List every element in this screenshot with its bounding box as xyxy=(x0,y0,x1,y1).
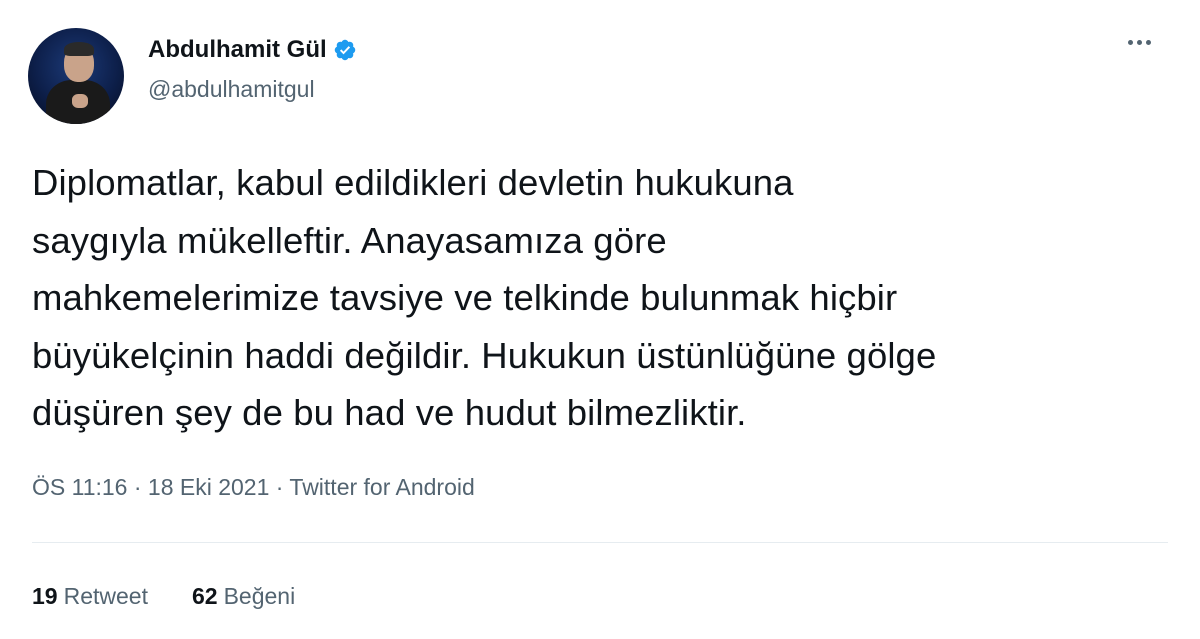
author-handle[interactable]: @abdulhamitgul xyxy=(148,76,315,103)
tweet-stats: 19 Retweet 62 Beğeni xyxy=(32,583,295,610)
like-number: 62 xyxy=(191,583,218,609)
author-name-row: Abdulhamit Gül xyxy=(148,36,357,64)
more-options-icon[interactable] xyxy=(1128,40,1151,45)
avatar-figure-hand xyxy=(72,94,88,108)
retweet-count[interactable]: 19 Retweet xyxy=(32,583,148,610)
retweet-label: Retweet xyxy=(63,583,148,609)
more-dot xyxy=(1128,40,1133,45)
more-dot xyxy=(1146,40,1151,45)
avatar[interactable] xyxy=(28,28,124,124)
more-dot xyxy=(1137,40,1142,45)
avatar-figure-hair xyxy=(64,42,94,56)
divider xyxy=(32,542,1168,543)
like-label: Beğeni xyxy=(223,583,296,609)
tweet-timestamp-source[interactable]: ÖS 11:16 · 18 Eki 2021 · Twitter for And… xyxy=(32,474,475,501)
display-name[interactable]: Abdulhamit Gül xyxy=(148,36,327,64)
retweet-number: 19 xyxy=(32,583,58,609)
tweet-text: Diplomatlar, kabul edildikleri devletin … xyxy=(32,162,937,433)
like-count[interactable]: 62 Beğeni xyxy=(192,583,295,610)
verified-badge-icon xyxy=(333,38,357,62)
